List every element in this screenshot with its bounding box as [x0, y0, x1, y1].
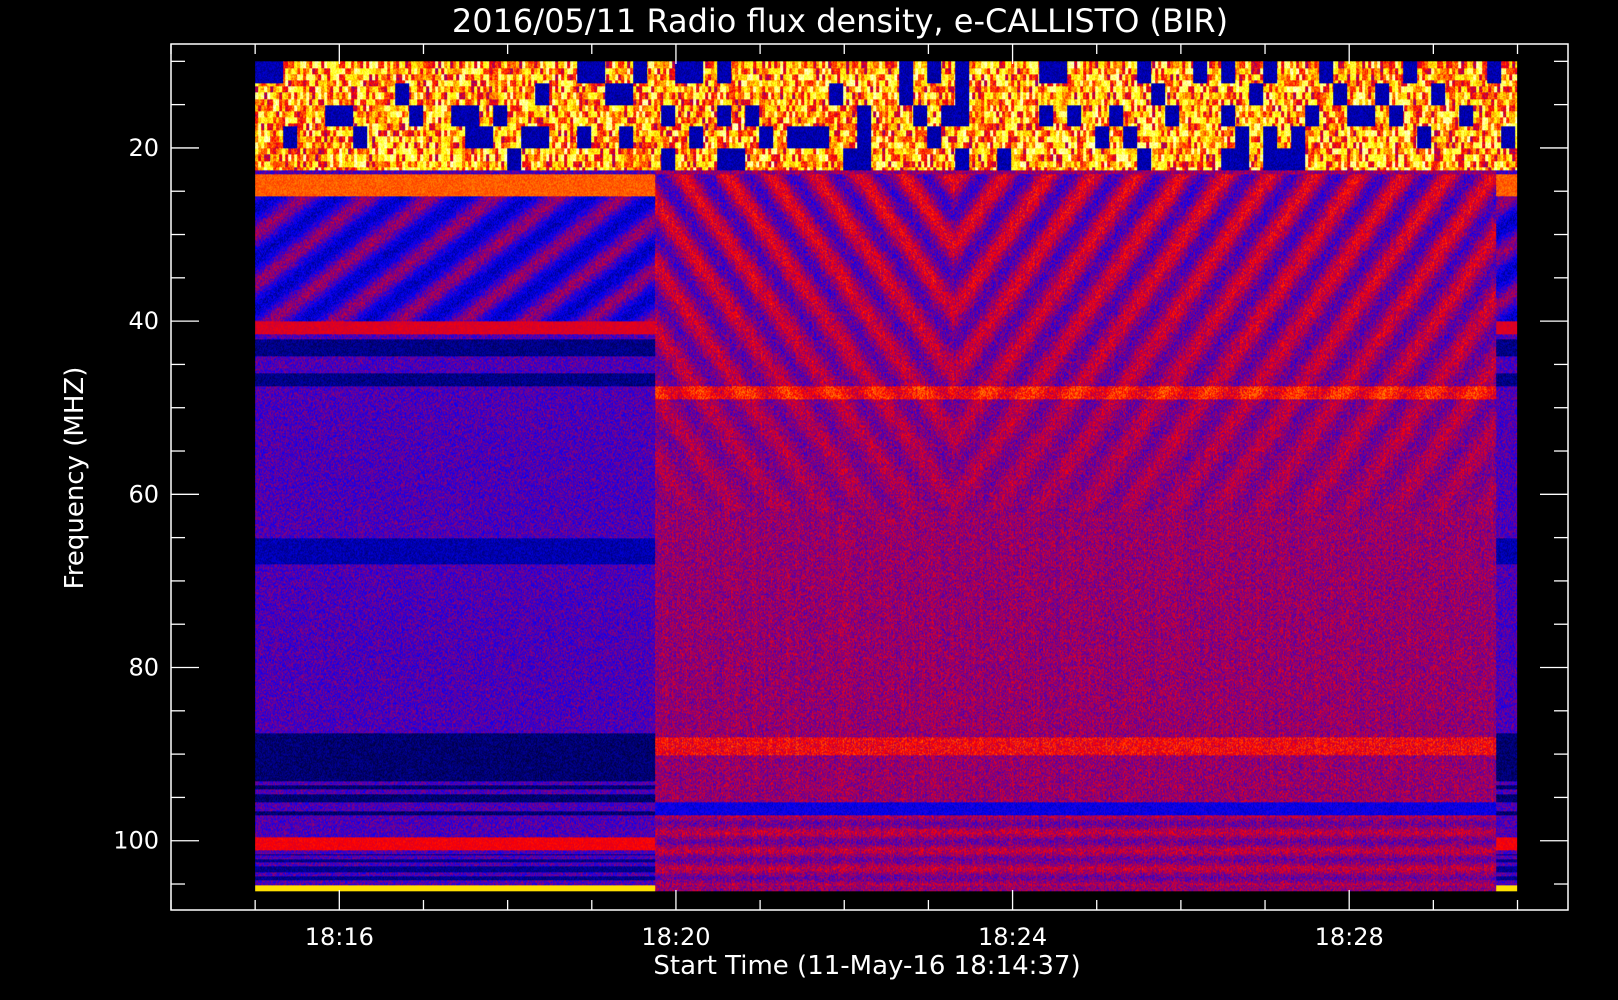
spectrogram-chart: 2016/05/11 Radio flux density, e-CALLIST… — [0, 0, 1618, 1000]
x-tick-label: 18:24 — [978, 923, 1047, 951]
y-tick-label: 40 — [128, 307, 159, 335]
y-tick-label: 60 — [128, 480, 159, 508]
chart-title: 2016/05/11 Radio flux density, e-CALLIST… — [452, 2, 1228, 40]
y-axis-label: Frequency (MHZ) — [60, 367, 90, 590]
spectrogram-image — [255, 61, 1518, 892]
x-axis-label: Start Time (11-May-16 18:14:37) — [653, 951, 1080, 981]
x-tick-label: 18:20 — [641, 923, 710, 951]
y-tick-label: 80 — [128, 654, 159, 682]
y-tick-label: 100 — [113, 827, 159, 855]
x-tick-label: 18:16 — [305, 923, 374, 951]
y-tick-label: 20 — [128, 134, 159, 162]
x-tick-label: 18:28 — [1315, 923, 1384, 951]
spectrogram-heatmap — [255, 61, 1518, 892]
